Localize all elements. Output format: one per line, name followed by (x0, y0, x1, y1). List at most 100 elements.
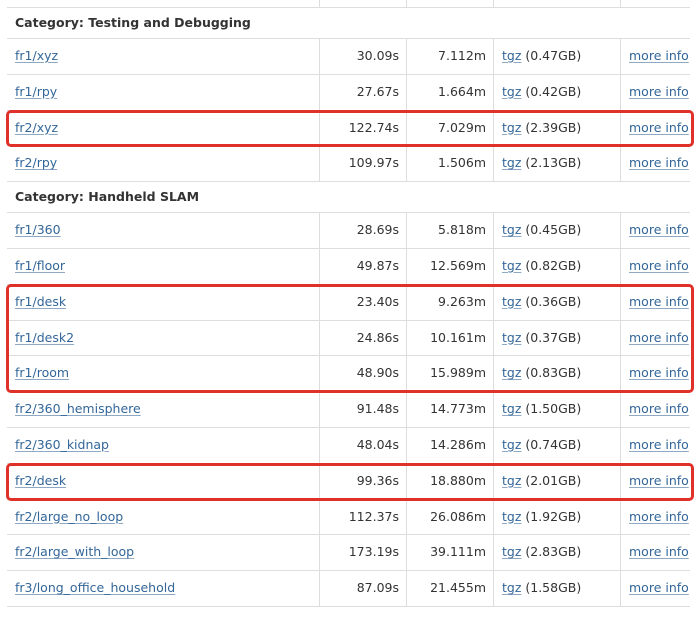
download-group: tgz (0.74GB) (502, 437, 581, 452)
sequence-link[interactable]: fr2/large_no_loop (15, 509, 123, 524)
duration-cell: 112.37s (319, 499, 407, 536)
more-info-link[interactable]: more info (629, 509, 689, 524)
info-cell: more info (620, 146, 691, 183)
table-row: fr2/rpy 109.97s 1.506m tgz (2.13GB) more inf… (7, 145, 691, 183)
more-info-link[interactable]: more info (629, 401, 689, 416)
sequence-link[interactable]: fr2/rpy (15, 155, 57, 170)
tgz-download-link[interactable]: tgz (502, 437, 521, 452)
tgz-download-link[interactable]: tgz (502, 473, 521, 488)
tgz-download-link[interactable]: tgz (502, 294, 521, 309)
duration-cell: 48.90s (319, 356, 407, 393)
table-row: fr1/desk 23.40s 9.263m tgz (0.36GB) more inf… (7, 283, 690, 321)
duration-value: 87.09s (356, 580, 399, 596)
download-group: tgz (0.47GB) (502, 48, 581, 63)
download-group: tgz (0.42GB) (502, 84, 581, 99)
sequence-cell: fr1/360 (7, 213, 319, 249)
sequence-link[interactable]: fr1/rpy (15, 84, 57, 99)
tgz-download-link[interactable]: tgz (502, 258, 521, 273)
tgz-download-link[interactable]: tgz (502, 84, 521, 99)
download-group: tgz (2.01GB) (502, 473, 581, 488)
tgz-download-link[interactable]: tgz (502, 365, 521, 380)
length-value: 7.112m (438, 48, 486, 63)
duration-value: 91.48s (356, 401, 399, 417)
sequence-link[interactable]: fr1/desk (15, 294, 66, 309)
tgz-download-link[interactable]: tgz (502, 330, 521, 345)
info-cell: more info (620, 463, 691, 500)
duration-value: 122.74s (348, 119, 399, 135)
sequence-link[interactable]: fr2/360_kidnap (15, 437, 109, 452)
download-cell: tgz (0.42GB) (493, 74, 621, 111)
more-info-link[interactable]: more info (629, 365, 689, 380)
tgz-download-link[interactable]: tgz (502, 544, 521, 559)
sequence-cell: fr1/desk2 (7, 321, 319, 357)
length-value: 21.455m (430, 580, 486, 596)
info-cell: more info (620, 571, 691, 607)
tgz-download-link[interactable]: tgz (502, 580, 521, 595)
duration-cell: 109.97s (319, 146, 407, 183)
more-info-link[interactable]: more info (629, 48, 689, 63)
more-info-link[interactable]: more info (629, 330, 689, 345)
download-cell: tgz (0.83GB) (493, 356, 621, 393)
download-group: tgz (0.37GB) (502, 330, 581, 345)
more-info-link[interactable]: more info (629, 84, 689, 99)
duration-cell: 91.48s (319, 392, 407, 428)
more-info-link[interactable]: more info (629, 294, 689, 309)
sequence-cell: fr2/desk (7, 464, 319, 500)
length-value: 7.029m (438, 119, 486, 135)
more-info-link[interactable]: more info (629, 473, 689, 488)
duration-value: 99.36s (356, 472, 399, 488)
more-info-link[interactable]: more info (629, 544, 689, 559)
download-cell: tgz (0.74GB) (493, 428, 621, 464)
sequence-link[interactable]: fr1/360 (15, 222, 61, 237)
tgz-download-link[interactable]: tgz (502, 120, 521, 135)
tgz-download-link[interactable]: tgz (502, 155, 521, 170)
table-bottom-border (7, 606, 690, 607)
download-cell: tgz (2.13GB) (493, 146, 621, 183)
download-cell: tgz (1.58GB) (493, 571, 621, 607)
length-cell: 21.455m (406, 571, 494, 607)
sequence-cell: fr2/xyz (7, 111, 319, 147)
more-info-link[interactable]: more info (629, 580, 689, 595)
sequence-link[interactable]: fr1/room (15, 365, 69, 380)
more-info-link[interactable]: more info (629, 155, 689, 170)
sequence-link[interactable]: fr2/360_hemisphere (15, 401, 141, 416)
more-info-link[interactable]: more info (629, 437, 689, 452)
table-row: fr1/room 48.90s 15.989m tgz (0.83GB) more in… (7, 355, 690, 393)
tgz-download-link[interactable]: tgz (502, 509, 521, 524)
more-info-link[interactable]: more info (629, 120, 689, 135)
file-size: (0.42GB) (521, 83, 582, 99)
table-row: fr2/xyz 122.74s 7.029m tgz (2.39GB) more inf… (7, 109, 690, 147)
duration-value: 48.90s (356, 365, 399, 381)
sequence-link[interactable]: fr1/xyz (15, 48, 58, 63)
more-info-link[interactable]: more info (629, 222, 689, 237)
length-value: 9.263m (438, 293, 486, 309)
duration-value: 27.67s (356, 83, 399, 99)
sequence-cell: fr1/floor (7, 249, 319, 285)
sequence-link[interactable]: fr2/desk (15, 473, 66, 488)
tgz-download-link[interactable]: tgz (502, 401, 521, 416)
length-cell: 1.664m (406, 74, 494, 111)
sequence-link[interactable]: fr1/floor (15, 258, 65, 273)
download-cell: tgz (0.45GB) (493, 213, 621, 249)
download-group: tgz (0.82GB) (502, 258, 581, 273)
download-group: tgz (1.92GB) (502, 509, 581, 524)
length-value: 26.086m (430, 508, 486, 524)
duration-cell: 173.19s (319, 535, 407, 572)
length-cell: 14.286m (406, 428, 494, 464)
duration-cell: 49.87s (319, 249, 407, 285)
duration-cell: 99.36s (319, 463, 407, 500)
more-info-link[interactable]: more info (629, 258, 689, 273)
tgz-download-link[interactable]: tgz (502, 222, 521, 237)
table-row: fr2/360_hemisphere 91.48s 14.773m tgz (1.50… (7, 391, 690, 428)
duration-cell: 24.86s (319, 320, 407, 357)
download-cell: tgz (1.92GB) (493, 499, 621, 536)
length-cell: 1.506m (406, 146, 494, 183)
sequence-link[interactable]: fr1/desk2 (15, 330, 74, 345)
sequence-link[interactable]: fr2/xyz (15, 120, 58, 135)
file-size: (0.83GB) (521, 365, 582, 381)
sequence-link[interactable]: fr2/large_with_loop (15, 544, 134, 559)
length-cell: 7.029m (406, 110, 494, 147)
tgz-download-link[interactable]: tgz (502, 48, 521, 63)
duration-cell: 122.74s (319, 110, 407, 147)
sequence-link[interactable]: fr3/long_office_household (15, 580, 175, 595)
